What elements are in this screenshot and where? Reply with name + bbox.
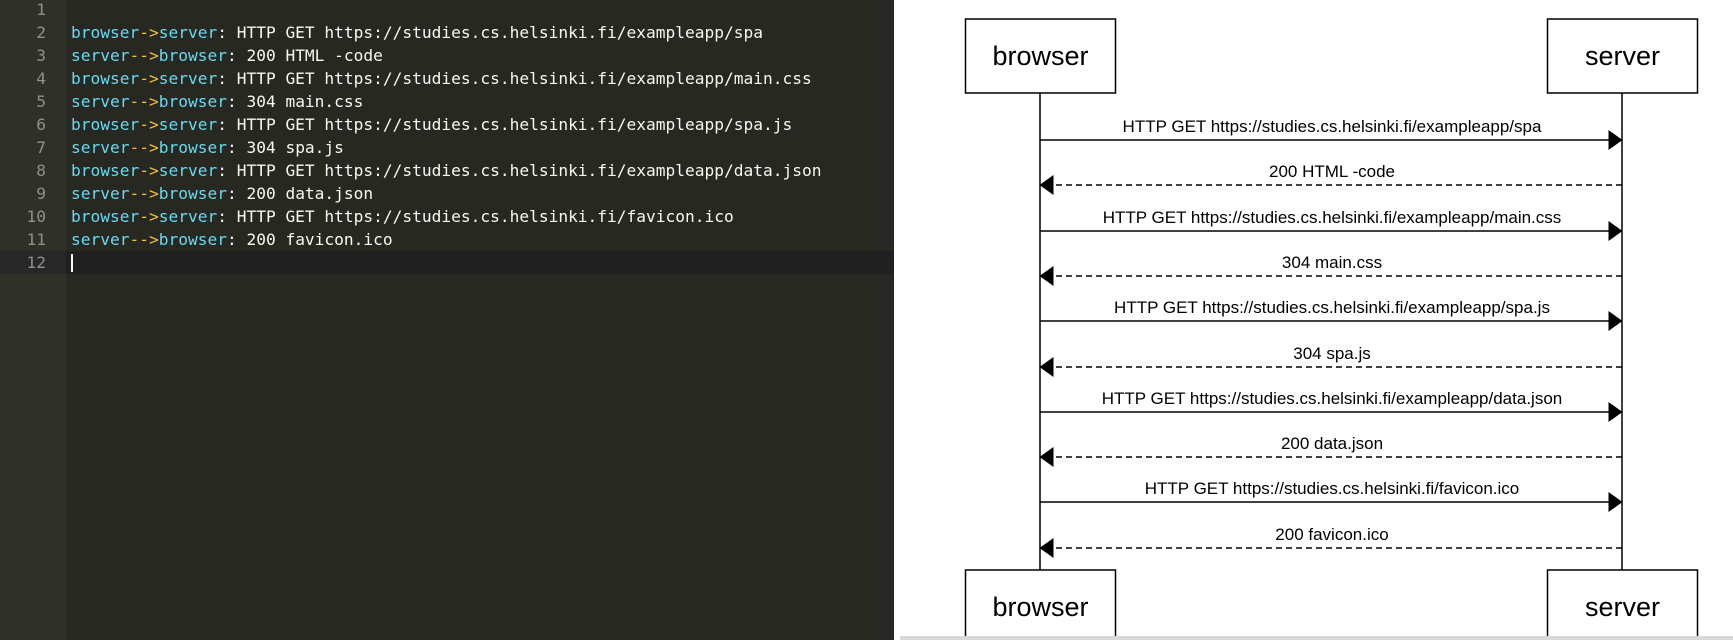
line-number: 4 [0,67,66,90]
sequence-diagram: browser browser server server HTTP GET https… [964,18,1699,640]
message-label: HTTP GET https://studies.cs.helsinki.fi/… [1145,479,1519,498]
message-label: 200 favicon.ico [1275,525,1388,544]
code-text: browser->server: HTTP GET https://studie… [71,205,734,228]
code-line[interactable]: 5 server-->browser: 304 main.css [0,90,894,113]
code-text: server-->browser: 200 data.json [71,182,373,205]
actor-token: browser [158,92,227,111]
actor-token: browser [71,161,140,180]
line-number: 12 [0,251,66,274]
message-token: : HTTP GET https://studies.cs.helsinki.f… [217,161,822,180]
message-token: : 304 main.css [226,92,364,111]
arrow-token: -> [139,69,159,88]
line-number: 9 [0,182,66,205]
message-label: 304 main.css [1282,253,1382,272]
actor-token: browser [158,138,227,157]
message-token: : 200 data.json [226,184,374,203]
code-text: server-->browser: 304 main.css [71,90,363,113]
code-text: browser->server: HTTP GET https://studie… [71,67,812,90]
message-token: : 304 spa.js [226,138,344,157]
arrow-token: --> [129,46,159,65]
actor-token: browser [158,46,227,65]
line-number: 6 [0,113,66,136]
line-number: 2 [0,21,66,44]
code-text: browser->server: HTTP GET https://studie… [71,113,792,136]
code-line[interactable]: 2 browser->server: HTTP GET https://studi… [0,21,894,44]
message-token: : 200 favicon.ico [226,230,393,249]
code-line[interactable]: 7 server-->browser: 304 spa.js [0,136,894,159]
actor-token: server [158,161,218,180]
message-label: 200 data.json [1281,434,1383,453]
message-label: HTTP GET https://studies.cs.helsinki.fi/… [1123,117,1542,136]
actor-token: server [158,115,218,134]
arrow-token: --> [129,230,159,249]
message-label: 200 HTML -code [1269,162,1395,181]
actor-token: server [71,46,130,65]
code-text: server-->browser: 304 spa.js [71,136,344,159]
actor-token: browser [71,115,140,134]
code-line[interactable]: 9 server-->browser: 200 data.json [0,182,894,205]
line-number: 8 [0,159,66,182]
message-token: : HTTP GET https://studies.cs.helsinki.f… [217,115,793,134]
actor-token: server [158,23,218,42]
actor-token: browser [158,184,227,203]
arrow-token: -> [139,207,159,226]
participant-label-server: server [1585,41,1660,71]
line-number: 10 [0,205,66,228]
actor-token: server [158,207,218,226]
actor-token: browser [158,230,227,249]
message-label: HTTP GET https://studies.cs.helsinki.fi/… [1114,298,1550,317]
code-line[interactable]: 6 browser->server: HTTP GET https://studi… [0,113,894,136]
actor-token: browser [71,207,140,226]
arrow-token: --> [129,138,159,157]
actor-token: server [71,230,130,249]
message-token: : HTTP GET https://studies.cs.helsinki.f… [217,207,734,226]
code-line[interactable]: 1 [0,0,894,21]
line-number: 11 [0,228,66,251]
participant-label-server: server [1585,592,1660,622]
message-label: HTTP GET https://studies.cs.helsinki.fi/… [1102,389,1562,408]
horizontal-scrollbar[interactable] [900,636,1733,640]
message-label: 304 spa.js [1293,344,1371,363]
code-line[interactable]: 10 browser->server: HTTP GET https://stud… [0,205,894,228]
message-token: : 200 HTML -code [226,46,383,65]
actor-token: server [158,69,218,88]
arrow-token: --> [129,92,159,111]
line-number: 3 [0,44,66,67]
line-number: 1 [0,0,66,21]
code-text: browser->server: HTTP GET https://studie… [71,159,821,182]
code-text: server-->browser: 200 HTML -code [71,44,383,67]
arrow-token: -> [139,115,159,134]
line-number: 5 [0,90,66,113]
actor-token: browser [71,23,140,42]
code-line[interactable]: 4 browser->server: HTTP GET https://studi… [0,67,894,90]
line-number: 7 [0,136,66,159]
participant-label-browser: browser [992,592,1088,622]
participant-label-browser: browser [992,41,1088,71]
message-token: : HTTP GET https://studies.cs.helsinki.f… [217,69,812,88]
arrow-token: -> [139,23,159,42]
code-text: server-->browser: 200 favicon.ico [71,228,393,251]
code-text: browser->server: HTTP GET https://studie… [71,21,763,44]
arrow-token: --> [129,184,159,203]
sequence-diagram-preview: browser browser server server HTTP GET https… [894,0,1733,640]
actor-token: server [71,184,130,203]
text-cursor [71,254,73,272]
code-line[interactable]: 3 server-->browser: 200 HTML -code [0,44,894,67]
message-token: : HTTP GET https://studies.cs.helsinki.f… [217,23,763,42]
code-editor[interactable]: 1 2 browser->server: HTTP GET https://stud… [0,0,894,640]
code-line[interactable]: 8 browser->server: HTTP GET https://studi… [0,159,894,182]
actor-token: browser [71,69,140,88]
arrow-token: -> [139,161,159,180]
code-line[interactable]: 12 [0,251,894,274]
actor-token: server [71,92,130,111]
actor-token: server [71,138,130,157]
message-label: HTTP GET https://studies.cs.helsinki.fi/… [1103,208,1562,227]
code-line[interactable]: 11 server-->browser: 200 favicon.ico [0,228,894,251]
